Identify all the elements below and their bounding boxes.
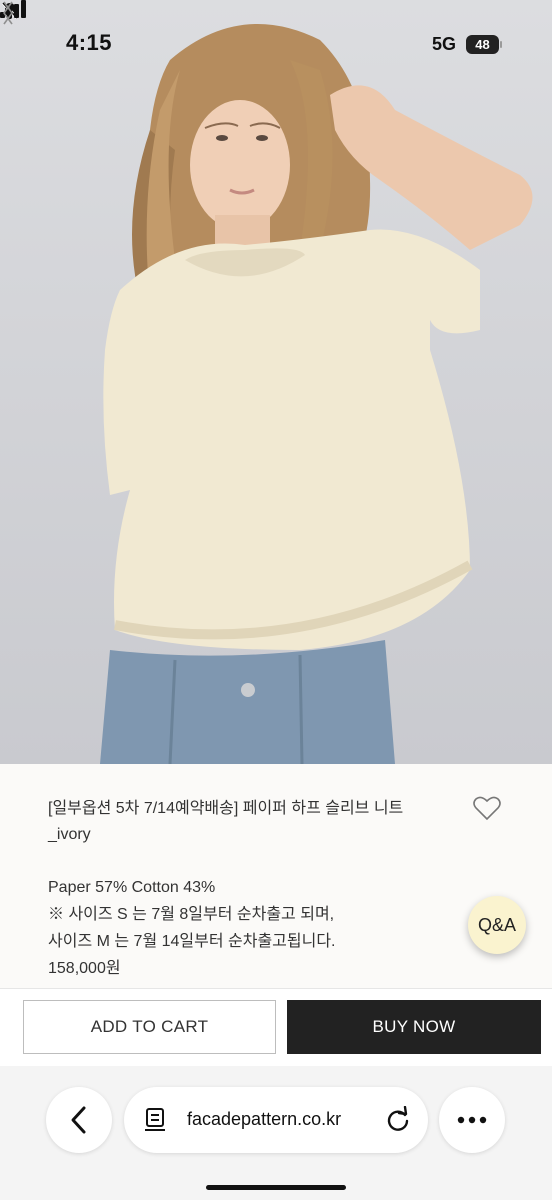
product-image[interactable]: 4:15 5G 48: [0, 0, 552, 764]
network-type: 5G: [432, 34, 457, 54]
back-button[interactable]: [46, 1087, 112, 1153]
home-indicator: [206, 1185, 346, 1190]
status-bar: 4:15 5G 48: [0, 0, 552, 90]
product-title-line1: [일부옵션 5차 7/14예약배송] 페이퍼 하프 슬리브 니트: [48, 800, 404, 817]
battery-level: 48: [475, 37, 490, 52]
product-price: 158,000원: [48, 960, 121, 977]
product-material: Paper 57% Cotton 43%: [48, 879, 216, 896]
battery-cap: [500, 41, 502, 48]
chevron-right-icon[interactable]: [0, 0, 16, 26]
product-info: [일부옵션 5차 7/14예약배송] 페이퍼 하프 슬리브 니트 _ivory …: [0, 764, 552, 988]
buy-now-button[interactable]: BUY NOW: [287, 1000, 541, 1054]
status-time: 4:15: [66, 30, 113, 55]
url-text: facadepattern.co.kr: [187, 1109, 342, 1129]
reload-icon[interactable]: [384, 1106, 412, 1134]
page-icon[interactable]: [144, 1107, 168, 1133]
back-icon: [71, 1106, 86, 1134]
divider: [0, 988, 552, 989]
qa-button[interactable]: Q&A: [468, 896, 526, 954]
add-to-cart-button[interactable]: ADD TO CART: [23, 1000, 276, 1054]
model-illustration: [100, 24, 533, 764]
shipping-note-line2: 사이즈 M 는 7월 14일부터 순차출고됩니다.: [48, 933, 336, 950]
heart-icon[interactable]: [473, 795, 501, 821]
more-icon: [457, 1116, 487, 1124]
battery-indicator: 48: [466, 35, 502, 54]
address-bar[interactable]: facadepattern.co.kr: [124, 1087, 428, 1153]
product-title: [일부옵션 5차 7/14예약배송] 페이퍼 하프 슬리브 니트 _ivory: [48, 796, 448, 848]
shipping-note-line1: ※ 사이즈 S 는 7월 8일부터 순차출고 되며,: [48, 906, 335, 923]
product-description: Paper 57% Cotton 43% ※ 사이즈 S 는 7월 8일부터 순…: [48, 874, 336, 982]
more-button[interactable]: [439, 1087, 505, 1153]
product-title-line2: _ivory: [48, 826, 91, 843]
